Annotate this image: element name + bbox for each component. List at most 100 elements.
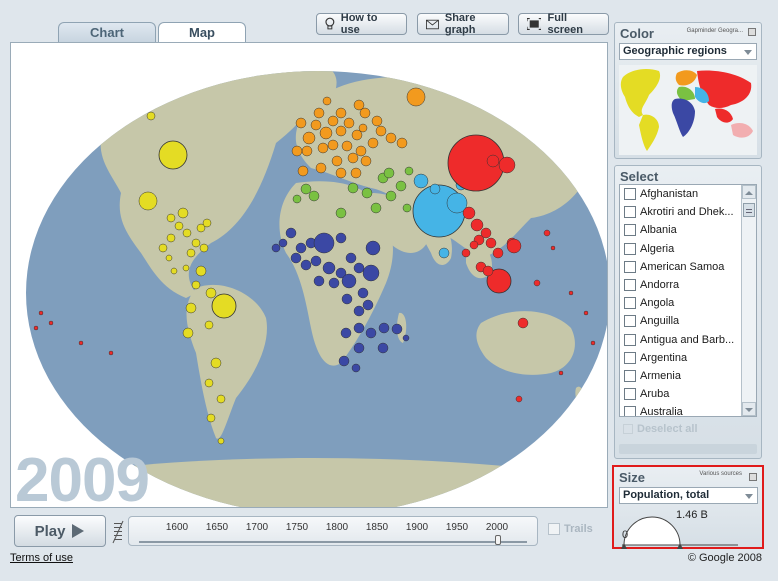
country-bubble[interactable] <box>402 334 410 342</box>
country-bubble[interactable] <box>375 125 387 137</box>
country-bubble[interactable] <box>583 310 589 316</box>
country-bubble[interactable] <box>429 183 441 195</box>
country-bubble[interactable] <box>170 267 178 275</box>
size-info-icon[interactable] <box>749 473 757 481</box>
country-bubble[interactable] <box>353 342 365 354</box>
country-bubble[interactable] <box>395 180 407 192</box>
country-bubble[interactable] <box>338 355 350 367</box>
color-info-icon[interactable] <box>748 28 756 36</box>
country-bubble[interactable] <box>470 218 484 232</box>
country-checkbox[interactable] <box>624 242 636 255</box>
speed-icon[interactable] <box>112 519 124 545</box>
country-bubble[interactable] <box>533 279 541 287</box>
country-bubble[interactable] <box>211 293 237 319</box>
country-bubble[interactable] <box>202 218 212 228</box>
list-item[interactable]: Argentina <box>624 349 687 367</box>
timeline-slider[interactable]: 1600 1650 1700 1750 1800 1850 1900 1950 2000 <box>128 516 538 546</box>
share-graph-button[interactable]: Share graph <box>417 12 509 36</box>
trails-checkbox[interactable] <box>548 523 560 535</box>
country-bubble[interactable] <box>302 131 316 145</box>
country-checkbox[interactable] <box>624 333 636 346</box>
map-view[interactable]: 2009 <box>10 42 608 508</box>
country-bubble[interactable] <box>166 233 176 243</box>
country-bubble[interactable] <box>404 166 414 176</box>
size-indicator-dropdown[interactable]: Population, total <box>619 487 758 504</box>
country-checkbox[interactable] <box>624 188 636 200</box>
country-bubble[interactable] <box>204 320 214 330</box>
country-bubble[interactable] <box>461 248 471 258</box>
country-bubble[interactable] <box>300 183 312 195</box>
country-bubble[interactable] <box>371 115 383 127</box>
country-bubble[interactable] <box>335 107 347 119</box>
country-bubble[interactable] <box>210 357 222 369</box>
country-bubble[interactable] <box>402 203 412 213</box>
country-checkbox[interactable] <box>624 297 636 310</box>
country-bubble[interactable] <box>340 327 352 339</box>
country-checkbox[interactable] <box>624 351 636 364</box>
country-bubble[interactable] <box>543 229 551 237</box>
country-bubble[interactable] <box>308 190 320 202</box>
country-bubble[interactable] <box>377 342 389 354</box>
world-map[interactable] <box>11 43 608 508</box>
country-checkbox[interactable] <box>624 206 636 219</box>
country-bubble[interactable] <box>357 287 369 299</box>
country-bubble[interactable] <box>204 378 214 388</box>
country-bubble[interactable] <box>469 240 479 250</box>
list-item[interactable]: Akrotiri and Dhek... <box>624 203 734 221</box>
country-bubble[interactable] <box>335 167 347 179</box>
country-bubble[interactable] <box>486 154 500 168</box>
country-bubble[interactable] <box>341 140 353 152</box>
country-bubble[interactable] <box>158 140 188 170</box>
country-bubble[interactable] <box>385 132 397 144</box>
country-bubble[interactable] <box>462 206 476 220</box>
country-bubble[interactable] <box>396 137 408 149</box>
country-bubble[interactable] <box>291 145 303 157</box>
color-indicator-dropdown[interactable]: Geographic regions <box>619 43 757 60</box>
country-bubble[interactable] <box>370 202 382 214</box>
country-bubble[interactable] <box>292 194 302 204</box>
terms-of-use-link[interactable]: Terms of use <box>10 552 73 564</box>
country-bubble[interactable] <box>385 190 397 202</box>
country-bubble[interactable] <box>517 317 529 329</box>
country-bubble[interactable] <box>345 252 357 264</box>
country-bubble[interactable] <box>310 119 322 131</box>
country-bubble[interactable] <box>515 395 523 403</box>
scrollbar-thumb[interactable] <box>743 203 755 217</box>
country-bubble[interactable] <box>351 363 361 373</box>
country-bubble[interactable] <box>362 264 380 282</box>
country-checkbox[interactable] <box>624 279 636 291</box>
list-item[interactable]: Anguilla <box>624 312 679 330</box>
country-bubble[interactable] <box>327 115 339 127</box>
country-bubble[interactable] <box>271 243 281 253</box>
country-bubble[interactable] <box>328 277 340 289</box>
country-bubble[interactable] <box>158 243 168 253</box>
how-to-use-button[interactable]: How to use <box>316 12 407 36</box>
country-bubble[interactable] <box>351 129 363 141</box>
country-bubble[interactable] <box>353 322 365 334</box>
country-bubble[interactable] <box>319 126 333 140</box>
country-bubble[interactable] <box>38 310 44 316</box>
country-bubble[interactable] <box>217 437 225 445</box>
country-bubble[interactable] <box>33 325 39 331</box>
country-bubble[interactable] <box>322 96 332 106</box>
country-bubble[interactable] <box>313 232 335 254</box>
country-bubble[interactable] <box>391 323 403 335</box>
country-bubble[interactable] <box>295 242 307 254</box>
country-checkbox[interactable] <box>624 406 636 416</box>
country-bubble[interactable] <box>568 290 574 296</box>
country-bubble[interactable] <box>482 265 494 277</box>
list-item[interactable]: Algeria <box>624 240 674 258</box>
country-bubble[interactable] <box>347 152 359 164</box>
list-item[interactable]: Australia <box>624 403 683 416</box>
country-bubble[interactable] <box>290 252 302 264</box>
country-bubble[interactable] <box>343 117 355 129</box>
country-bubble[interactable] <box>313 275 325 287</box>
country-bubble[interactable] <box>492 247 504 259</box>
country-bubble[interactable] <box>335 207 347 219</box>
country-bubble[interactable] <box>48 320 54 326</box>
country-bubble[interactable] <box>590 340 596 346</box>
country-bubble[interactable] <box>413 173 429 189</box>
country-bubble[interactable] <box>365 327 377 339</box>
play-button[interactable]: Play <box>14 515 106 547</box>
country-bubble[interactable] <box>108 350 114 356</box>
